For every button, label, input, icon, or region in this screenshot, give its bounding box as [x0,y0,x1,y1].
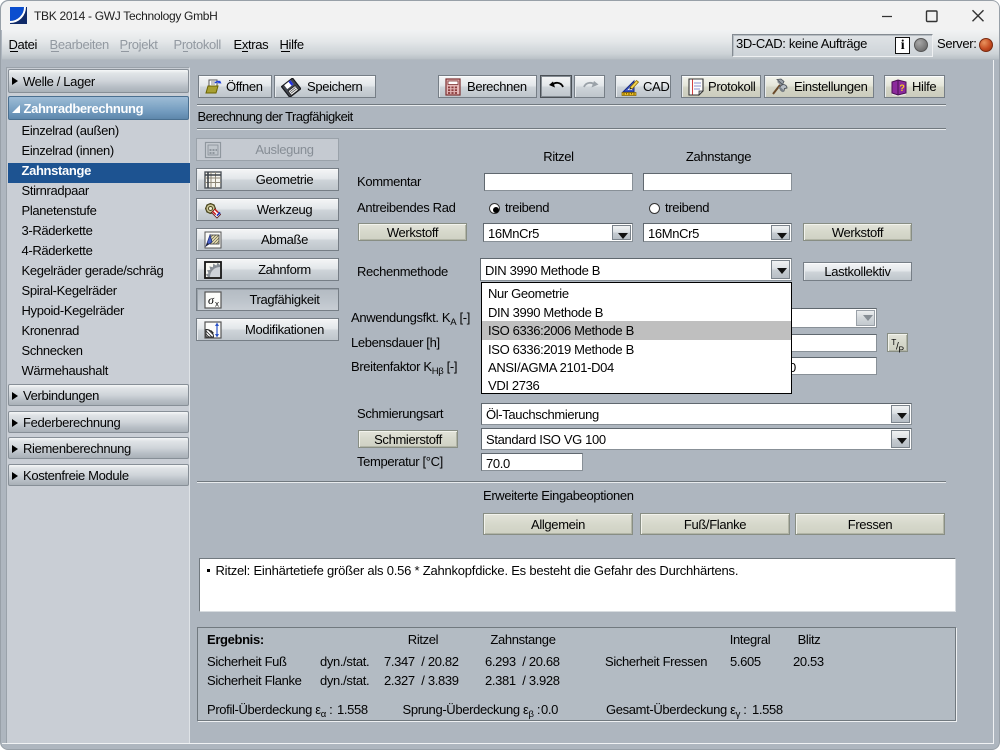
svg-text:?: ? [899,83,904,93]
